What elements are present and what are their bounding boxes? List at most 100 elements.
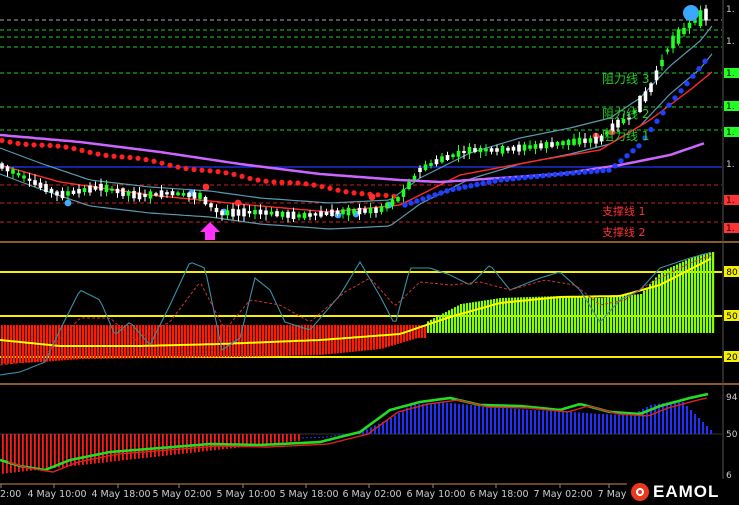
oscillator-bar-down <box>148 325 151 359</box>
price-tick-label: 1. <box>726 160 735 170</box>
momentum-bar-down <box>194 434 196 453</box>
candle-body <box>286 211 290 218</box>
momentum-bar-up <box>394 415 396 434</box>
candle-body <box>385 203 389 209</box>
oscillator-bar-down <box>172 325 175 358</box>
oscillator-bar-up <box>535 296 538 333</box>
momentum-bar-up <box>322 436 324 438</box>
momentum-bar-up <box>402 410 404 434</box>
momentum-bar-up <box>626 414 628 434</box>
candle-body <box>308 213 312 217</box>
oscillator-bar-down <box>412 325 415 340</box>
blue-stop-dot <box>432 192 438 198</box>
momentum-bar-up <box>306 437 308 439</box>
momentum-bar-down <box>122 434 124 461</box>
oscillator-bar-up <box>583 297 586 333</box>
momentum-bar-up <box>310 437 312 439</box>
candle-body <box>258 209 263 215</box>
momentum-bar-up <box>602 414 604 434</box>
oscillator-bar-up <box>427 321 430 333</box>
candle-body <box>594 136 598 144</box>
oscillator-bar-down <box>259 325 262 357</box>
momentum-bar-up <box>630 415 632 434</box>
support-label-1: 支撑线 1 <box>602 204 646 218</box>
candle-body <box>121 188 125 197</box>
oscillator-bar-up <box>577 296 580 333</box>
candle-body <box>346 207 351 216</box>
candle-body <box>214 207 219 213</box>
momentum-bar-down <box>202 434 204 452</box>
candle-body <box>176 192 180 196</box>
candle-body <box>88 185 92 193</box>
momentum-bar-up <box>414 404 416 434</box>
momentum-bar-up <box>606 414 608 434</box>
momentum-bar-down <box>190 434 192 453</box>
oscillator-bar-down <box>244 325 247 357</box>
blue-stop-dot <box>702 58 708 64</box>
candle-body <box>170 191 175 196</box>
candle-body <box>550 142 554 147</box>
momentum-bar-up <box>510 408 512 434</box>
momentum-bar-up <box>422 403 424 434</box>
momentum-bar-up <box>574 412 576 434</box>
oscillator-bar-up <box>628 295 631 333</box>
oscillator-bar-down <box>88 325 91 359</box>
candle-body <box>49 188 54 193</box>
red-signal-dot <box>368 193 376 201</box>
time-axis-label: 4 May 18:00 <box>91 489 150 500</box>
brand-logo: EAMOL <box>627 479 739 505</box>
oscillator-bar-down <box>253 325 256 357</box>
red-stop-dot <box>111 153 117 159</box>
blue-stop-dot <box>408 200 414 206</box>
momentum-bar-up <box>526 409 528 434</box>
momentum-bar-down <box>198 434 200 452</box>
momentum-bar-up <box>482 406 484 434</box>
blue-stop-dot <box>426 194 432 200</box>
red-stop-dot <box>383 192 389 199</box>
momentum-bar-down <box>262 434 264 445</box>
cyan-signal-dot <box>64 199 72 207</box>
oscillator-bar-up <box>514 297 517 333</box>
momentum-bar-up <box>390 418 392 434</box>
candle-body <box>192 192 197 199</box>
oscillator-bar-down <box>382 325 385 349</box>
oscillator-bar-up <box>451 308 454 333</box>
oscillator-bar-up <box>631 294 634 333</box>
red-stop-dot <box>119 154 125 160</box>
oscillator-bar-up <box>433 318 436 333</box>
oscillator-bar-down <box>118 325 121 359</box>
momentum-bar-down <box>162 434 164 456</box>
momentum-bar-up <box>458 403 460 434</box>
oscillator-bar-down <box>229 325 232 358</box>
candle-body <box>693 20 697 23</box>
candle-body <box>269 211 274 215</box>
blue-stop-dot <box>600 167 606 174</box>
oscillator-bar-up <box>442 313 445 333</box>
oscillator-bar-down <box>202 325 205 358</box>
red-stop-dot <box>167 162 173 168</box>
blue-stop-dot <box>486 179 492 185</box>
oscillator-bar-down <box>160 325 163 358</box>
momentum-bar-up <box>562 411 564 434</box>
oscillator-bar-down <box>187 325 190 358</box>
momentum-bar-down <box>290 434 292 442</box>
oscillator-bar-up <box>475 301 478 333</box>
candle-body <box>676 29 681 44</box>
oscillator-bar-up <box>574 296 577 333</box>
momentum-bar-up <box>466 404 468 434</box>
oscillator-bar-up <box>709 252 712 333</box>
oscillator-bar-down <box>127 325 130 359</box>
momentum-bar-up <box>566 411 568 434</box>
momentum-bar-down <box>110 434 112 462</box>
chart-canvas: 阻力线 3 阻力线 2 阻力线 1 支撑线 1 支撑线 2 1. 1. 1. 1. 1. 1. 1. 1… <box>0 0 739 505</box>
time-axis-label: 7 May <box>598 489 627 500</box>
candle-body <box>291 211 296 220</box>
momentum-bar-down <box>182 434 184 454</box>
candle-body <box>27 178 32 181</box>
candle-body <box>660 59 664 67</box>
momentum-bar-up <box>534 410 536 434</box>
momentum-bar-down <box>134 434 136 460</box>
price-tick-label: 1. <box>726 5 735 15</box>
momentum-bar-up <box>454 403 456 434</box>
momentum-bar-down <box>106 434 108 463</box>
